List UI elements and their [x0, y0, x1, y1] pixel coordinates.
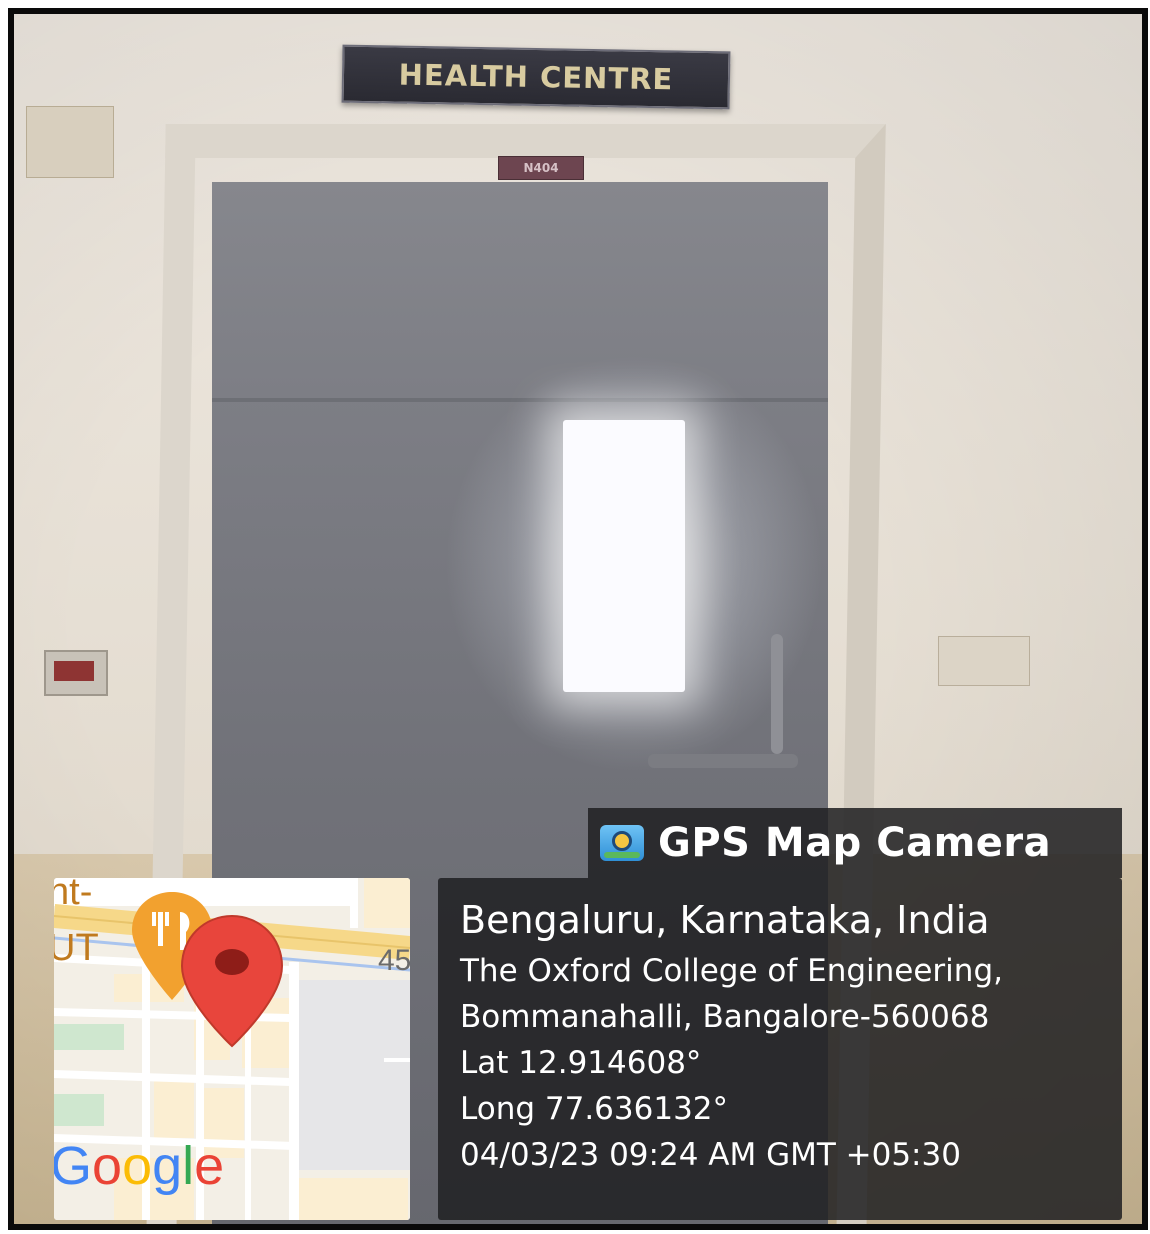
- latitude: Lat 12.914608°: [460, 1045, 702, 1081]
- map-graphic: nt- UT 45 Google: [54, 878, 410, 1220]
- wall-notice-panel: [26, 106, 114, 178]
- wall-switch: [938, 636, 1030, 686]
- map-thumbnail: nt- UT 45 Google: [54, 878, 410, 1220]
- svg-text:Google: Google: [54, 1136, 224, 1196]
- address-line-2: Bommanahalli, Bangalore-560068: [460, 999, 990, 1035]
- photo-frame: HEALTH CENTRE N404 t- T 45 Google GPS Ma…: [8, 8, 1148, 1230]
- timestamp: 04/03/23 09:24 AM GMT +05:30: [460, 1137, 961, 1173]
- location-city: Bengaluru, Karnataka, India: [460, 898, 990, 942]
- health-centre-sign: HEALTH CENTRE: [341, 44, 731, 110]
- map-label-top: nt-: [54, 878, 92, 913]
- room-number-plate: N404: [498, 156, 584, 180]
- location-info-panel: Bengaluru, Karnataka, India The Oxford C…: [438, 878, 1122, 1220]
- fire-alarm-box: [44, 650, 108, 696]
- google-logo: Google: [54, 1136, 224, 1196]
- door-kick-plate: [648, 754, 798, 768]
- gps-title-bar: GPS Map Camera: [588, 808, 1122, 878]
- longitude: Long 77.636132°: [460, 1091, 729, 1127]
- camera-pin-icon: [600, 825, 644, 861]
- map-label-mid: UT: [54, 927, 99, 969]
- door-window: [563, 420, 685, 692]
- map-road-number: 45: [378, 944, 410, 977]
- address-line-1: The Oxford College of Engineering,: [460, 953, 1003, 989]
- app-name: GPS Map Camera: [658, 820, 1052, 866]
- door-handle: [771, 634, 783, 754]
